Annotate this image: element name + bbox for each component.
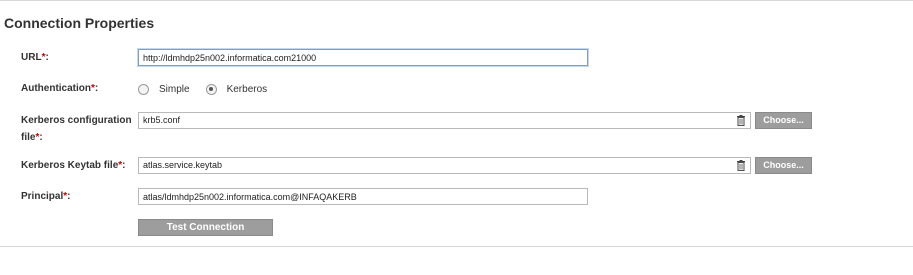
top-divider (0, 0, 913, 1)
krb-config-label: Kerberos configuration file*: (21, 115, 132, 143)
principal-label: Principal*: (21, 191, 71, 202)
trash-icon[interactable] (736, 115, 746, 126)
keytab-label: Kerberos Keytab file*: (21, 160, 126, 171)
radio-kerberos-label[interactable]: Kerberos (227, 84, 268, 95)
keytab-choose-button[interactable]: Choose... (755, 157, 812, 174)
radio-simple[interactable] (138, 83, 149, 95)
authentication-label: Authentication*: (21, 83, 99, 94)
principal-input[interactable] (138, 188, 588, 205)
radio-simple-label[interactable]: Simple (159, 84, 190, 95)
trash-icon[interactable] (736, 160, 746, 171)
krb-config-value: krb5.conf (143, 115, 181, 125)
krb-config-choose-button[interactable]: Choose... (755, 112, 812, 129)
section-title: Connection Properties (4, 15, 155, 31)
test-connection-button[interactable]: Test Connection (138, 219, 273, 236)
keytab-field[interactable]: atlas.service.keytab (138, 157, 751, 174)
bottom-divider (0, 246, 913, 247)
keytab-value: atlas.service.keytab (143, 160, 223, 170)
radio-kerberos[interactable] (205, 83, 217, 95)
authentication-radio-group: Simple Kerberos (138, 82, 283, 96)
url-label: URL*: (21, 52, 49, 63)
url-input[interactable] (138, 49, 588, 66)
krb-config-field[interactable]: krb5.conf (138, 112, 751, 129)
